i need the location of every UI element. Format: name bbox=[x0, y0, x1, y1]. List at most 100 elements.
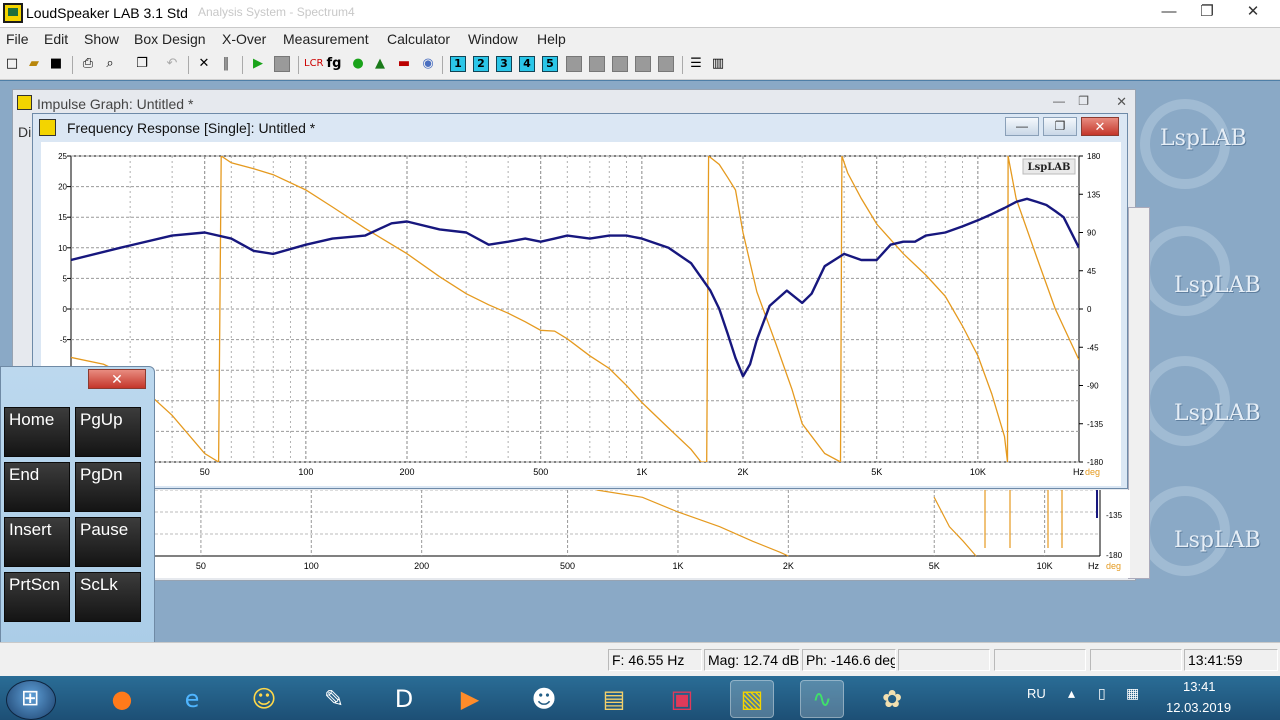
y-right-tick-label: -135 bbox=[1087, 420, 1104, 429]
firefox-icon[interactable]: ● bbox=[100, 680, 144, 718]
preset-1-button[interactable]: 1 bbox=[450, 56, 466, 72]
analyzer-taskbar-icon[interactable]: ∿ bbox=[800, 680, 844, 718]
x-unit-label: Hz bbox=[1073, 467, 1084, 477]
menu-edit[interactable]: Edit bbox=[44, 31, 68, 47]
disabled-button[interactable] bbox=[566, 56, 582, 72]
alien-app-icon[interactable]: ☻ bbox=[522, 680, 566, 718]
background-window-edge bbox=[1128, 207, 1150, 579]
x-tick-label: 200 bbox=[399, 467, 414, 477]
paint-icon[interactable]: ✿ bbox=[870, 680, 914, 718]
status-empty-field bbox=[898, 649, 990, 671]
lower-x-tick-label: 5K bbox=[929, 561, 940, 571]
tile-horizontal-icon[interactable]: ☰ bbox=[688, 56, 704, 72]
status-bar: F: 46.55 Hz Mag: 12.74 dB Ph: -146.6 deg… bbox=[0, 642, 1280, 676]
preset-4-button[interactable]: 4 bbox=[519, 56, 535, 72]
close-icon[interactable]: ✕ bbox=[1234, 0, 1272, 24]
freq-restore-icon[interactable]: ❐ bbox=[1043, 117, 1077, 136]
media-player-icon[interactable]: ▶ bbox=[448, 680, 492, 718]
key-sclk[interactable]: ScLk bbox=[75, 572, 141, 622]
file-explorer-icon[interactable]: ▤ bbox=[592, 680, 636, 718]
impulse-close-icon[interactable]: ✕ bbox=[1116, 94, 1127, 110]
speaker-icon bbox=[39, 119, 56, 136]
red-meter-icon[interactable]: ▬ bbox=[396, 56, 412, 72]
green-circle-icon[interactable]: ● bbox=[350, 56, 366, 72]
keypad-close-icon[interactable]: ✕ bbox=[88, 369, 146, 389]
preset-5-button[interactable]: 5 bbox=[542, 56, 558, 72]
menu-help[interactable]: Help bbox=[537, 31, 566, 47]
d-app-icon[interactable]: D bbox=[382, 680, 426, 718]
tray-expand-icon[interactable]: ▴ bbox=[1068, 686, 1075, 702]
signature-icon[interactable]: ✎ bbox=[312, 680, 356, 718]
x-tick-label: 10K bbox=[970, 467, 986, 477]
print-preview-icon[interactable]: ⌕ bbox=[102, 56, 118, 72]
shield-icon[interactable]: ◉ bbox=[420, 56, 436, 72]
fg-button[interactable]: fg bbox=[326, 56, 342, 72]
menu-x-over[interactable]: X-Over bbox=[222, 31, 266, 47]
undo-icon[interactable]: ↶ bbox=[164, 56, 180, 72]
menu-calculator[interactable]: Calculator bbox=[387, 31, 450, 47]
disabled-button[interactable] bbox=[635, 56, 651, 72]
lower-x-tick-label: 2K bbox=[783, 561, 794, 571]
phase-unit-label: deg bbox=[1085, 467, 1100, 477]
restore-icon[interactable]: ❐ bbox=[1188, 0, 1226, 24]
impulse-restore-icon[interactable]: ❐ bbox=[1078, 94, 1089, 108]
open-folder-icon[interactable]: ▰ bbox=[26, 56, 42, 72]
tools-icon[interactable]: ✕ bbox=[196, 56, 212, 72]
menu-show[interactable]: Show bbox=[84, 31, 119, 47]
device-icon[interactable]: ▯ bbox=[1098, 686, 1106, 702]
graph-icon[interactable]: ▲ bbox=[372, 56, 388, 72]
minimize-icon[interactable]: — bbox=[1150, 0, 1188, 24]
toolbar-separator bbox=[242, 56, 243, 74]
impulse-plot[interactable]: 50 100 200 500 1K 2K 5K 10K Hz deg -135 -180 bbox=[150, 489, 1130, 578]
stop-icon[interactable] bbox=[274, 56, 290, 72]
impulse-window-title: Impulse Graph: Untitled * bbox=[37, 96, 194, 112]
key-insert[interactable]: Insert bbox=[4, 517, 70, 567]
print-icon[interactable]: ⎙ bbox=[80, 56, 96, 72]
freq-minimize-icon[interactable]: — bbox=[1005, 117, 1039, 136]
menu-file[interactable]: File bbox=[6, 31, 29, 47]
sliders-icon[interactable]: ‖ bbox=[218, 56, 234, 72]
disabled-button[interactable] bbox=[612, 56, 628, 72]
menu-measurement[interactable]: Measurement bbox=[283, 31, 369, 47]
internet-explorer-icon[interactable]: e bbox=[170, 680, 214, 718]
floppy-icon[interactable]: ▣ bbox=[660, 680, 704, 718]
play-icon[interactable]: ▶ bbox=[250, 56, 266, 72]
menu-box-design[interactable]: Box Design bbox=[134, 31, 206, 47]
menu-bar: File Edit Show Box Design X-Over Measure… bbox=[0, 28, 1280, 50]
user-accounts-icon[interactable]: ☺ bbox=[242, 680, 286, 718]
key-end[interactable]: End bbox=[4, 462, 70, 512]
toolbar-separator bbox=[72, 56, 73, 74]
start-button[interactable] bbox=[6, 680, 56, 720]
freq-window-title: Frequency Response [Single]: Untitled * bbox=[67, 120, 316, 136]
impulse-minimize-icon[interactable]: — bbox=[1053, 94, 1065, 108]
copy-icon[interactable]: ❐ bbox=[134, 56, 150, 72]
key-pgdn[interactable]: PgDn bbox=[75, 462, 141, 512]
frequency-response-window[interactable]: Frequency Response [Single]: Untitled * … bbox=[32, 113, 1128, 489]
clock-time[interactable]: 13:41 bbox=[1183, 679, 1216, 694]
save-icon[interactable]: ■ bbox=[48, 56, 64, 72]
loudspeaker-lab-taskbar-icon[interactable]: ▧ bbox=[730, 680, 774, 718]
menu-window[interactable]: Window bbox=[468, 31, 518, 47]
preset-2-button[interactable]: 2 bbox=[473, 56, 489, 72]
clock-date[interactable]: 12.03.2019 bbox=[1166, 700, 1231, 715]
language-indicator[interactable]: RU bbox=[1027, 686, 1046, 701]
key-home[interactable]: Home bbox=[4, 407, 70, 457]
y-left-tick-label: 10 bbox=[58, 244, 67, 253]
freq-close-icon[interactable]: ✕ bbox=[1081, 117, 1119, 136]
key-pause[interactable]: Pause bbox=[75, 517, 141, 567]
watermark-text: LspLAB bbox=[1174, 401, 1261, 426]
preset-3-button[interactable]: 3 bbox=[496, 56, 512, 72]
status-empty-field bbox=[1090, 649, 1182, 671]
disabled-button[interactable] bbox=[589, 56, 605, 72]
new-file-icon[interactable]: □ bbox=[4, 56, 20, 72]
toolbar-separator bbox=[188, 56, 189, 74]
network-icon[interactable]: ▦ bbox=[1126, 686, 1139, 702]
impulse-tab[interactable]: Di bbox=[18, 124, 31, 140]
tile-vertical-icon[interactable]: ▥ bbox=[710, 56, 726, 72]
disabled-button[interactable] bbox=[658, 56, 674, 72]
lcr-icon[interactable]: LCR bbox=[304, 56, 324, 72]
frequency-response-plot[interactable]: 50 100 200 500 1K 2K 5K 10K Hz deg 25 20 15 10 5 0 -5 180… bbox=[41, 142, 1121, 486]
x-tick-label: 2K bbox=[737, 467, 748, 477]
key-prtscn[interactable]: PrtScn bbox=[4, 572, 70, 622]
key-pgup[interactable]: PgUp bbox=[75, 407, 141, 457]
